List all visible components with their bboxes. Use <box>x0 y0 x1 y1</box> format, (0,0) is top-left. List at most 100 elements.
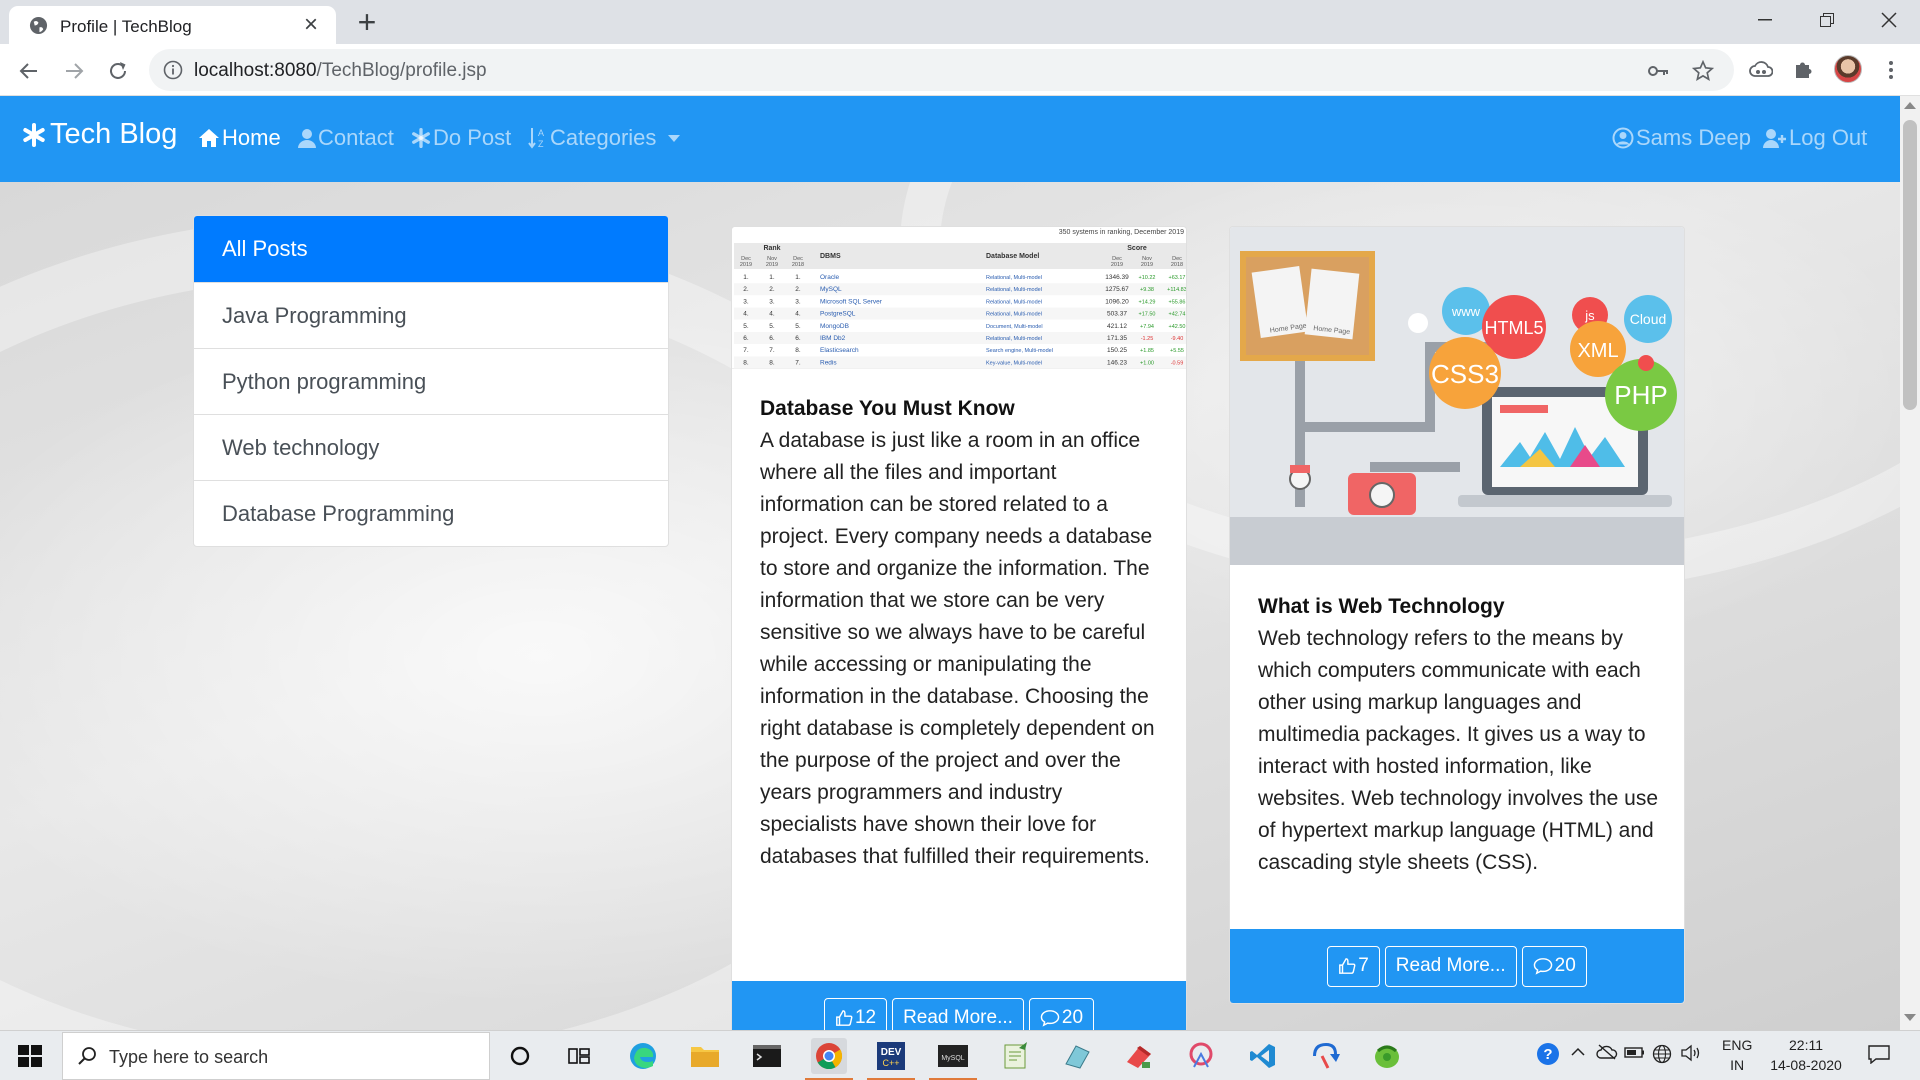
table-cell: 4. <box>743 311 749 318</box>
extension-cloud-icon[interactable] <box>1746 55 1776 85</box>
category-database-programming[interactable]: Database Programming <box>194 480 668 546</box>
input-language[interactable]: ENG IN <box>1722 1035 1752 1075</box>
browser-toolbar: localhost:8080/TechBlog/profile.jsp <box>0 44 1920 96</box>
app-icon[interactable] <box>1307 1038 1343 1074</box>
category-web-technology[interactable]: Web technology <box>194 414 668 480</box>
volume-icon[interactable] <box>1680 1044 1702 1065</box>
bubble-label: XML <box>1577 340 1618 362</box>
devc-icon[interactable]: DEV C++ <box>867 1038 915 1080</box>
thumbs-up-icon <box>1339 958 1356 974</box>
table-cell: 4. <box>795 311 801 318</box>
new-tab-button[interactable]: + <box>350 6 384 40</box>
back-button[interactable] <box>12 54 46 88</box>
table-cell: 8. <box>769 359 775 366</box>
scroll-up-arrow[interactable] <box>1904 102 1916 109</box>
info-icon[interactable] <box>163 60 183 80</box>
table-cell: 5. <box>795 323 801 330</box>
comment-button[interactable]: 20 <box>1521 945 1587 987</box>
windows-start-icon[interactable] <box>12 1043 48 1069</box>
post-content: A database is just like a room in an off… <box>760 429 1155 868</box>
chevron-up-icon[interactable] <box>1570 1044 1586 1063</box>
like-button[interactable]: 7 <box>1327 945 1380 987</box>
nav-categories-dropdown[interactable]: AZ Categories <box>528 125 681 151</box>
help-icon[interactable]: ? <box>1536 1042 1560 1069</box>
scroll-down-arrow[interactable] <box>1904 1014 1916 1021</box>
cortana-icon[interactable] <box>502 1038 538 1074</box>
page-scrollbar[interactable] <box>1900 96 1920 1030</box>
nav-user-name: Sams Deep <box>1636 125 1751 150</box>
table-cell-model: Key-value, Multi-model <box>986 360 1042 366</box>
windows-taskbar: Type here to search DEV C++ MySQL ? ENG … <box>0 1030 1920 1080</box>
extensions-puzzle-icon[interactable] <box>1788 55 1818 85</box>
battery-icon[interactable] <box>1624 1044 1646 1063</box>
category-all-posts[interactable]: All Posts <box>194 216 668 282</box>
close-tab-icon[interactable]: × <box>298 12 324 38</box>
bookmark-star-icon[interactable] <box>1690 58 1716 84</box>
table-cell-change: -9.40 <box>1171 336 1184 342</box>
vscode-icon[interactable] <box>1245 1038 1281 1074</box>
edge-icon[interactable] <box>625 1038 661 1074</box>
post-footer: 7 Read More... 20 <box>1230 929 1684 1003</box>
table-cell: 6. <box>743 335 749 342</box>
scroll-thumb[interactable] <box>1903 120 1917 410</box>
db-ranking-table: RankDBMS Database ModelScoreDec2019Nov201… <box>734 243 1186 369</box>
asterisk-icon <box>23 122 45 147</box>
post-image-db-ranking: 350 systems in ranking, December 2019 Ra… <box>732 227 1186 369</box>
nav-home[interactable]: Home <box>198 125 281 151</box>
url-path: /TechBlog/profile.jsp <box>316 60 487 81</box>
profile-avatar[interactable] <box>1834 55 1862 83</box>
app-icon[interactable] <box>1183 1038 1219 1074</box>
nav-contact[interactable]: Contact <box>298 125 394 151</box>
table-cell-score: 503.37 <box>1107 311 1127 318</box>
notification-icon[interactable] <box>1868 1044 1890 1067</box>
nav-logout-label: Log Out <box>1789 125 1868 150</box>
app-icon[interactable] <box>1059 1038 1095 1074</box>
taskbar-clock[interactable]: 22:11 14-08-2020 <box>1766 1035 1846 1075</box>
table-cell-dbms: IBM Db2 <box>820 335 846 342</box>
key-icon[interactable] <box>1646 58 1672 84</box>
comment-button[interactable]: 20 <box>1028 997 1095 1030</box>
like-button[interactable]: 12 <box>823 997 888 1030</box>
notepad-icon[interactable] <box>997 1038 1033 1074</box>
category-python-programming[interactable]: Python programming <box>194 348 668 414</box>
clock-date: 14-08-2020 <box>1770 1057 1842 1073</box>
app-icon[interactable] <box>1121 1038 1157 1074</box>
browser-menu-icon[interactable] <box>1876 55 1906 85</box>
nav-do-post[interactable]: Do Post <box>411 125 511 151</box>
cloud-sync-icon[interactable] <box>1596 1044 1618 1063</box>
table-cell-model: Relational, Multi-model <box>986 287 1042 293</box>
file-explorer-icon[interactable] <box>687 1038 723 1074</box>
asterisk-icon <box>412 128 430 148</box>
network-icon[interactable] <box>1652 1044 1672 1067</box>
post-card: 350 systems in ranking, December 2019 Ra… <box>731 226 1187 1030</box>
restore-button[interactable] <box>1797 0 1857 40</box>
taskbar-search[interactable]: Type here to search <box>62 1032 490 1080</box>
table-cell-change: +63.17 <box>1169 275 1186 281</box>
close-window-button[interactable] <box>1859 0 1919 40</box>
minimize-button[interactable] <box>1735 0 1795 40</box>
browser-tab[interactable]: Profile | TechBlog × <box>9 6 336 44</box>
brand-link[interactable]: Tech Blog <box>22 118 177 151</box>
table-cell-change: +1.85 <box>1140 348 1154 354</box>
forward-button[interactable] <box>57 54 91 88</box>
chrome-icon[interactable] <box>805 1038 853 1080</box>
table-cell-change: +1.00 <box>1140 360 1154 366</box>
table-cell: 6. <box>795 335 801 342</box>
table-subheader: 2019 <box>766 262 778 268</box>
reload-button[interactable] <box>101 54 135 88</box>
read-more-button[interactable]: Read More... <box>892 997 1024 1030</box>
nav-user-profile[interactable]: Sams Deep <box>1612 125 1751 151</box>
web-tech-illustration: Home Page Home Page www HTML5 js Cloud C… <box>1230 251 1684 565</box>
taskbar-search-placeholder: Type here to search <box>109 1047 269 1067</box>
table-cell-change: +5.55 <box>1170 348 1184 354</box>
table-cell: 6. <box>769 335 775 342</box>
mysql-icon[interactable]: MySQL <box>929 1038 977 1080</box>
svg-text:Z: Z <box>538 139 544 149</box>
read-more-button[interactable]: Read More... <box>1384 945 1517 987</box>
app-icon[interactable] <box>1369 1038 1405 1074</box>
category-java-programming[interactable]: Java Programming <box>194 282 668 348</box>
task-view-icon[interactable] <box>561 1038 597 1074</box>
terminal-icon[interactable] <box>749 1038 785 1074</box>
address-bar[interactable]: localhost:8080/TechBlog/profile.jsp <box>149 49 1734 91</box>
nav-logout[interactable]: Log Out <box>1763 125 1867 151</box>
